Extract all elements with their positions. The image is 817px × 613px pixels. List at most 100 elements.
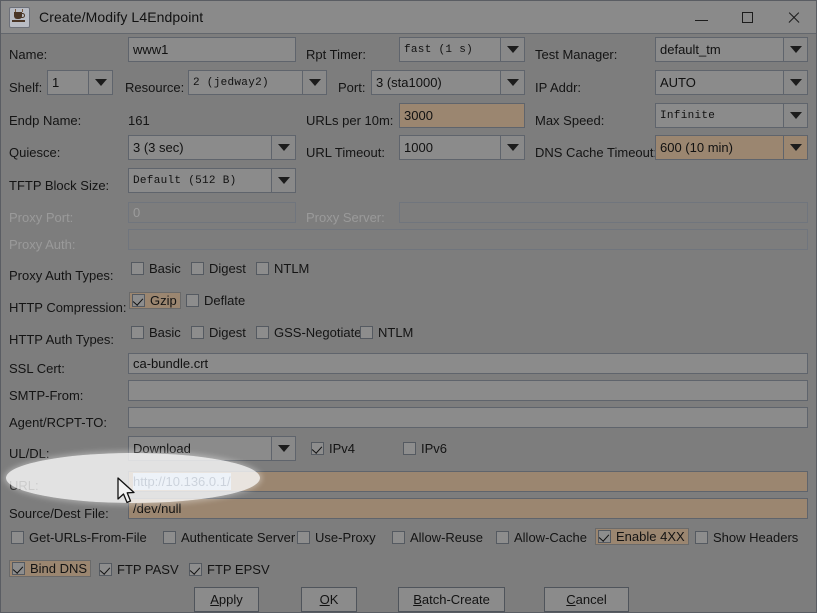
max-speed-combo[interactable]: Infinite <box>655 103 808 128</box>
checkbox-gzip[interactable]: Gzip <box>129 292 181 309</box>
rpt-timer-value: fast (1 s) <box>404 43 474 56</box>
checkbox-http-basic[interactable]: Basic <box>129 324 184 341</box>
checkbox-allow-reuse[interactable]: Allow-Reuse <box>390 529 486 546</box>
checkbox-ipv6[interactable]: IPv6 <box>401 440 450 457</box>
dns-cache-timeout-label: DNS Cache Timeout: <box>535 145 658 160</box>
apply-button[interactable]: Apply <box>194 587 259 612</box>
urls-per-10m-input[interactable]: 3000 <box>399 103 525 128</box>
name-label: Name: <box>9 47 48 62</box>
chevron-down-icon[interactable] <box>88 71 112 94</box>
ip-addr-combo[interactable]: AUTO <box>655 70 808 95</box>
shelf-combo[interactable]: 1 <box>47 70 113 95</box>
resource-value: 2 (jedway2) <box>193 76 269 89</box>
checkbox-ftp-epsv[interactable]: FTP EPSV <box>187 561 273 578</box>
batch-create-button[interactable]: Batch-Create <box>398 587 505 612</box>
url-selected-text: http://10.136.0.1/ <box>133 473 231 490</box>
checkbox-box <box>297 531 310 544</box>
test-manager-combo[interactable]: default_tm <box>655 37 808 62</box>
checkbox-label: Deflate <box>204 293 246 308</box>
cancel-rest: ancel <box>575 592 607 607</box>
port-combo[interactable]: 3 (sta1000) <box>371 70 525 95</box>
source-dest-file-input[interactable]: /dev/null <box>128 498 808 519</box>
url-input[interactable]: http://10.136.0.1/ <box>128 471 808 492</box>
window-title: Create/Modify L4Endpoint <box>39 9 204 25</box>
checkbox-label: Basic <box>149 325 181 340</box>
chevron-down-icon[interactable] <box>783 71 807 94</box>
rpt-timer-combo[interactable]: fast (1 s) <box>399 37 525 62</box>
minimize-button[interactable] <box>678 1 724 34</box>
checkbox-http-ntlm[interactable]: NTLM <box>358 324 416 341</box>
checkbox-enable-4xx[interactable]: Enable 4XX <box>595 528 689 545</box>
title-bar: Create/Modify L4Endpoint <box>1 1 816 34</box>
chevron-down-icon[interactable] <box>271 136 295 159</box>
dialog-window: Create/Modify L4Endpoint Name: www1 Rpt … <box>0 0 817 613</box>
close-button[interactable] <box>770 1 816 34</box>
apply-mnemonic: A <box>210 592 219 607</box>
checkbox-deflate[interactable]: Deflate <box>184 292 248 309</box>
checkbox-box <box>12 562 25 575</box>
chevron-down-icon[interactable] <box>783 38 807 61</box>
resource-combo[interactable]: 2 (jedway2) <box>188 70 327 95</box>
chevron-down-icon[interactable] <box>500 71 524 94</box>
chevron-down-icon[interactable] <box>500 38 524 61</box>
checkbox-get-urls-from-file[interactable]: Get-URLs-From-File <box>9 529 150 546</box>
port-value: 3 (sta1000) <box>376 75 442 90</box>
proxy-server-label: Proxy Server: <box>306 210 385 225</box>
checkbox-label: Enable 4XX <box>616 529 685 544</box>
checkbox-label: Allow-Reuse <box>410 530 483 545</box>
dns-cache-timeout-combo[interactable]: 600 (10 min) <box>655 135 808 160</box>
quiesce-combo[interactable]: 3 (3 sec) <box>128 135 296 160</box>
checkbox-show-headers[interactable]: Show Headers <box>693 529 801 546</box>
checkbox-proxy-digest[interactable]: Digest <box>189 260 249 277</box>
max-speed-label: Max Speed: <box>535 113 605 128</box>
checkbox-label: IPv6 <box>421 441 448 456</box>
checkbox-box <box>256 262 269 275</box>
proxy-port-input: 0 <box>128 202 296 223</box>
checkbox-box <box>191 326 204 339</box>
checkbox-bind-dns[interactable]: Bind DNS <box>9 560 92 577</box>
checkbox-ipv4[interactable]: IPv4 <box>309 440 358 457</box>
urls-per-10m-label: URLs per 10m: <box>306 113 394 128</box>
checkbox-use-proxy[interactable]: Use-Proxy <box>295 529 379 546</box>
checkbox-http-digest[interactable]: Digest <box>189 324 249 341</box>
chevron-down-icon[interactable] <box>500 136 524 159</box>
checkbox-ftp-pasv[interactable]: FTP PASV <box>97 561 182 578</box>
batch-create-rest: atch-Create <box>421 592 490 607</box>
shelf-label: Shelf: <box>9 80 43 95</box>
checkbox-proxy-ntlm[interactable]: NTLM <box>254 260 312 277</box>
name-input[interactable]: www1 <box>128 37 296 62</box>
chevron-down-icon[interactable] <box>271 169 295 192</box>
checkbox-label: FTP PASV <box>117 562 179 577</box>
url-label: URL: <box>9 478 39 493</box>
ul-dl-label: UL/DL: <box>9 446 50 461</box>
cancel-mnemonic: C <box>566 592 576 607</box>
checkbox-label: NTLM <box>378 325 414 340</box>
agent-rcpt-to-input[interactable] <box>128 407 808 428</box>
tftp-block-size-combo[interactable]: Default (512 B) <box>128 168 296 193</box>
apply-rest: pply <box>218 592 243 607</box>
ul-dl-combo[interactable]: Download <box>128 436 296 461</box>
chevron-down-icon[interactable] <box>271 437 295 460</box>
checkbox-label: FTP EPSV <box>207 562 270 577</box>
quiesce-label: Quiesce: <box>9 145 61 160</box>
maximize-button[interactable] <box>724 1 770 34</box>
proxy-auth-input <box>128 229 808 250</box>
ssl-cert-input[interactable]: ca-bundle.crt <box>128 353 808 374</box>
proxy-port-label: Proxy Port: <box>9 210 74 225</box>
agent-rcpt-to-label: Agent/RCPT-TO: <box>9 415 108 430</box>
chevron-down-icon[interactable] <box>783 136 807 159</box>
ip-addr-value: AUTO <box>660 75 696 90</box>
checkbox-proxy-basic[interactable]: Basic <box>129 260 184 277</box>
checkbox-http-gss-negotiate[interactable]: GSS-Negotiate <box>254 324 364 341</box>
cancel-button[interactable]: Cancel <box>544 587 629 612</box>
chevron-down-icon[interactable] <box>302 71 326 94</box>
ok-button[interactable]: OK <box>301 587 357 612</box>
smtp-from-input[interactable] <box>128 380 808 401</box>
checkbox-box <box>131 326 144 339</box>
checkbox-allow-cache[interactable]: Allow-Cache <box>494 529 590 546</box>
url-timeout-combo[interactable]: 1000 <box>399 135 525 160</box>
checkbox-label: GSS-Negotiate <box>274 325 362 340</box>
chevron-down-icon[interactable] <box>783 104 807 127</box>
checkbox-box <box>191 262 204 275</box>
checkbox-authenticate-server[interactable]: Authenticate Server <box>161 529 298 546</box>
